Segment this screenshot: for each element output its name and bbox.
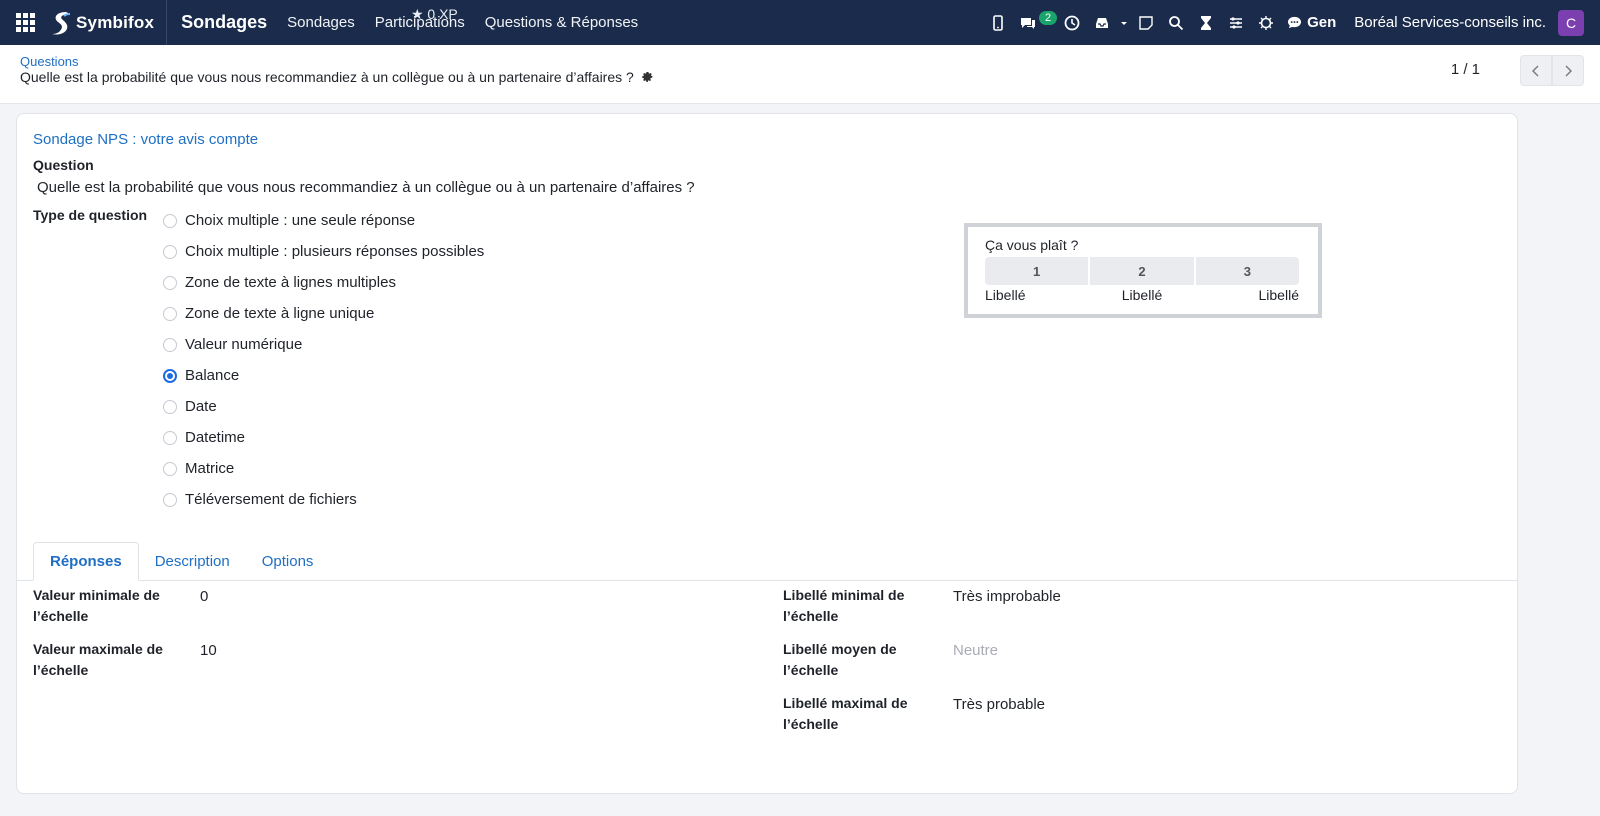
chevron-left-icon — [1532, 65, 1539, 76]
radio-button[interactable] — [163, 244, 177, 259]
radio-label: Valeur numérique — [185, 336, 303, 353]
question-type-option[interactable]: Datetime — [163, 422, 484, 453]
pager-value[interactable]: 1 / 1 — [1451, 61, 1480, 78]
question-type-option[interactable]: Valeur numérique — [163, 329, 484, 360]
pager-next-button[interactable] — [1552, 55, 1584, 86]
preview-scale-cell: 1 — [985, 257, 1089, 285]
radio-label: Datetime — [185, 429, 246, 446]
breadcrumb-current: Quelle est la probabilité que vous nous … — [20, 69, 654, 85]
preview-label-min: Libellé — [985, 287, 1026, 303]
preview-scale: 1 2 3 — [985, 257, 1299, 285]
xp-counter[interactable]: ★ 0 XP — [411, 6, 458, 23]
breadcrumb-current-title: Quelle est la probabilité que vous nous … — [20, 69, 634, 85]
note-icon[interactable] — [1137, 14, 1155, 32]
preview-label-mid: Libellé — [1121, 287, 1163, 303]
radio-button[interactable] — [163, 275, 177, 290]
radio-label: Balance — [185, 367, 240, 384]
control-panel: Questions Quelle est la probabilité que … — [0, 45, 1600, 104]
hourglass-icon[interactable] — [1197, 14, 1215, 32]
top-navbar: Symbifox Sondages Sondages Participation… — [0, 0, 1600, 45]
apps-grid-icon[interactable] — [16, 12, 36, 33]
gen-assistant-button[interactable]: Gen — [1287, 14, 1336, 31]
menu-item-sondages[interactable]: Sondages — [287, 14, 355, 31]
question-type-option[interactable]: Date — [163, 391, 484, 422]
star-icon: ★ — [410, 6, 424, 22]
scale-mid-label-input[interactable]: Neutre — [953, 642, 998, 659]
survey-link[interactable]: Sondage NPS : votre avis compte — [33, 131, 258, 148]
scale-max-label-label: Libellé maximal de l’échelle — [783, 695, 908, 732]
company-switcher[interactable]: Boréal Services-conseils inc. — [1354, 14, 1546, 31]
question-title-input[interactable]: Quelle est la probabilité que vous nous … — [37, 179, 695, 196]
scale-max-value-input[interactable]: 10 — [200, 642, 217, 659]
radio-button-checked[interactable] — [163, 368, 177, 383]
chat-bubble-icon — [1288, 16, 1302, 29]
scale-mid-label-label: Libellé moyen de l’échelle — [783, 641, 897, 678]
scale-min-value-label: Valeur minimale de l’échelle — [33, 587, 160, 624]
question-type-radio-group: Choix multiple : une seule réponse Choix… — [163, 205, 484, 515]
chevron-right-icon — [1565, 65, 1572, 76]
preview-scale-cell: 3 — [1195, 257, 1299, 285]
tab-description[interactable]: Description — [139, 542, 246, 581]
radio-label: Choix multiple : une seule réponse — [185, 212, 416, 229]
app-title[interactable]: Sondages — [181, 12, 267, 33]
radio-button[interactable] — [163, 213, 177, 228]
gen-label: Gen — [1307, 14, 1337, 31]
search-icon[interactable] — [1167, 14, 1185, 32]
brand[interactable]: Symbifox — [50, 0, 168, 45]
scale-min-label-input[interactable]: Très improbable — [953, 588, 1061, 605]
radio-label: Date — [185, 398, 217, 415]
tab-options[interactable]: Options — [246, 542, 330, 581]
question-label: Question — [33, 157, 94, 173]
question-type-preview: Ça vous plaît ? 1 2 3 Libellé Libellé Li… — [964, 223, 1322, 318]
radio-label: Téléversement de fichiers — [185, 491, 357, 508]
radio-button[interactable] — [163, 399, 177, 414]
messages-icon[interactable] — [1019, 14, 1037, 32]
symbifox-logo-icon — [52, 11, 71, 35]
scale-max-label-input[interactable]: Très probable — [953, 696, 1045, 713]
mobile-icon[interactable] — [989, 14, 1007, 32]
radio-button[interactable] — [163, 337, 177, 352]
preview-labels: Libellé Libellé Libellé — [985, 287, 1299, 303]
form-sheet: Sondage NPS : votre avis compte Question… — [16, 113, 1518, 794]
scale-min-label-label: Libellé minimal de l’échelle — [783, 587, 905, 624]
preview-scale-cell: 2 — [1090, 257, 1194, 285]
caret-down-icon[interactable] — [1119, 14, 1129, 32]
radio-label: Zone de texte à ligne unique — [185, 305, 375, 322]
scale-min-value-input[interactable]: 0 — [200, 588, 208, 605]
navbar-systray: ★ 0 XP 2 Gen Boréal Services-conseils in… — [411, 0, 1600, 45]
user-avatar[interactable]: C — [1558, 9, 1584, 36]
xp-value: 0 XP — [427, 6, 458, 22]
radio-button[interactable] — [163, 461, 177, 476]
question-type-option[interactable]: Zone de texte à lignes multiples — [163, 267, 484, 298]
bug-icon[interactable] — [1257, 14, 1275, 32]
question-type-option[interactable]: Choix multiple : une seule réponse — [163, 205, 484, 236]
question-type-option[interactable]: Matrice — [163, 453, 484, 484]
question-type-option-selected[interactable]: Balance — [163, 360, 484, 391]
notebook-tabs: Réponses Description Options — [33, 542, 329, 581]
pager-previous-button[interactable] — [1520, 55, 1552, 86]
question-type-option[interactable]: Choix multiple : plusieurs réponses poss… — [163, 236, 484, 267]
inbox-icon[interactable] — [1093, 14, 1111, 32]
radio-label: Choix multiple : plusieurs réponses poss… — [185, 243, 485, 260]
sliders-icon[interactable] — [1227, 14, 1245, 32]
messages-badge: 2 — [1038, 10, 1058, 25]
radio-label: Zone de texte à lignes multiples — [185, 274, 396, 291]
gear-icon[interactable] — [640, 70, 654, 84]
tab-reponses[interactable]: Réponses — [33, 542, 139, 581]
radio-label: Matrice — [185, 460, 235, 477]
breadcrumb-parent-link[interactable]: Questions — [20, 54, 79, 69]
radio-button[interactable] — [163, 430, 177, 445]
question-type-label: Type de question — [33, 207, 148, 223]
scale-max-value-label: Valeur maximale de l’échelle — [33, 641, 163, 678]
preview-label-max: Libellé — [1258, 287, 1299, 303]
radio-button[interactable] — [163, 306, 177, 321]
brand-name: Symbifox — [76, 12, 155, 32]
question-type-option[interactable]: Zone de texte à ligne unique — [163, 298, 484, 329]
menu-item-questions-reponses[interactable]: Questions & Réponses — [485, 14, 638, 31]
preview-title: Ça vous plaît ? — [985, 237, 1079, 253]
radio-button[interactable] — [163, 492, 177, 507]
clock-icon[interactable] — [1063, 14, 1081, 32]
question-type-option[interactable]: Téléversement de fichiers — [163, 484, 484, 515]
